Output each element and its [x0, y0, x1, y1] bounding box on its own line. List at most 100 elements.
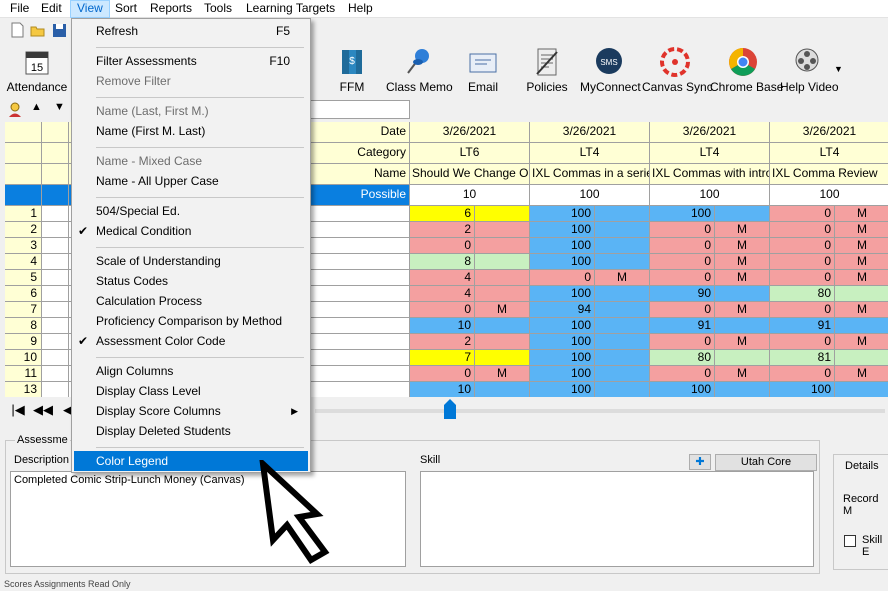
- score-cell[interactable]: 0: [650, 254, 715, 270]
- score-cell[interactable]: 100: [530, 366, 595, 382]
- status-code-cell[interactable]: [715, 206, 770, 222]
- menu-edit[interactable]: Edit: [35, 0, 68, 18]
- score-cell[interactable]: 81: [770, 350, 835, 366]
- score-cell[interactable]: 100: [530, 286, 595, 302]
- canvas-sync-button[interactable]: Canvas Sync: [642, 46, 713, 96]
- status-code-cell[interactable]: [475, 286, 530, 302]
- menu-item-proficiency-comparison-by-method[interactable]: Proficiency Comparison by Method: [74, 311, 308, 331]
- status-code-cell[interactable]: [595, 206, 650, 222]
- menu-item-filter-assessments[interactable]: Filter Assessments F10: [74, 51, 308, 71]
- status-code-cell[interactable]: [715, 318, 770, 334]
- status-code-cell[interactable]: [475, 238, 530, 254]
- menu-sort[interactable]: Sort: [109, 0, 143, 18]
- chrome-base-button[interactable]: Chrome Base: [710, 46, 783, 96]
- status-code-cell[interactable]: [475, 350, 530, 366]
- previous-page-icon[interactable]: ◀◀: [33, 401, 53, 419]
- save-icon[interactable]: [52, 22, 67, 38]
- score-cell[interactable]: 0: [650, 222, 715, 238]
- menu-file[interactable]: File: [4, 0, 35, 18]
- status-code-cell[interactable]: [835, 382, 888, 397]
- score-cell[interactable]: 0: [770, 366, 835, 382]
- score-scroll-thumb[interactable]: [444, 399, 456, 419]
- menu-reports[interactable]: Reports: [144, 0, 198, 18]
- score-cell[interactable]: 0: [770, 222, 835, 238]
- status-code-cell[interactable]: [475, 222, 530, 238]
- status-code-cell[interactable]: [595, 222, 650, 238]
- status-code-cell[interactable]: [475, 206, 530, 222]
- score-cell[interactable]: 0: [650, 238, 715, 254]
- status-code-cell[interactable]: M: [475, 366, 530, 382]
- status-code-cell[interactable]: [475, 382, 530, 397]
- score-cell[interactable]: 0: [770, 206, 835, 222]
- status-code-cell[interactable]: M: [715, 270, 770, 286]
- score-cell[interactable]: 100: [530, 334, 595, 350]
- status-code-cell[interactable]: [835, 350, 888, 366]
- score-cell[interactable]: 0: [770, 302, 835, 318]
- status-code-cell[interactable]: [595, 318, 650, 334]
- grid-search-field[interactable]: [300, 100, 410, 119]
- status-code-cell[interactable]: M: [835, 222, 888, 238]
- sort-ascending-icon[interactable]: ▲: [31, 101, 42, 113]
- status-code-cell[interactable]: M: [835, 254, 888, 270]
- status-code-cell[interactable]: M: [715, 366, 770, 382]
- student-icon[interactable]: [8, 102, 22, 118]
- myconnect-button[interactable]: SMS MyConnect: [580, 46, 641, 96]
- status-code-cell[interactable]: M: [835, 206, 888, 222]
- status-code-cell[interactable]: [595, 366, 650, 382]
- score-cell[interactable]: 0: [650, 366, 715, 382]
- menu-item-align-columns[interactable]: Align Columns: [74, 361, 308, 381]
- assessment-name[interactable]: IXL Comma Review: [770, 164, 888, 185]
- score-cell[interactable]: 10: [410, 382, 475, 397]
- policies-button[interactable]: Policies: [525, 46, 569, 96]
- score-cell[interactable]: 100: [650, 382, 715, 397]
- status-code-cell[interactable]: [595, 286, 650, 302]
- ffm-button[interactable]: $ FFM: [333, 46, 371, 96]
- score-cell[interactable]: 100: [530, 222, 595, 238]
- score-cell[interactable]: 0: [770, 238, 835, 254]
- score-cell[interactable]: 0: [410, 366, 475, 382]
- skill-checkbox[interactable]: [844, 535, 856, 547]
- score-cell[interactable]: 91: [770, 318, 835, 334]
- email-button[interactable]: Email: [465, 46, 501, 96]
- status-code-cell[interactable]: M: [715, 334, 770, 350]
- menu-learning-targets[interactable]: Learning Targets: [240, 0, 341, 18]
- status-code-cell[interactable]: [595, 238, 650, 254]
- menu-item-display-class-level[interactable]: Display Class Level: [74, 381, 308, 401]
- menu-item-scale-of-understanding[interactable]: Scale of Understanding: [74, 251, 308, 271]
- menu-item-name-all-upper-case[interactable]: Name - All Upper Case: [74, 171, 308, 191]
- description-field[interactable]: Completed Comic Strip-Lunch Money (Canva…: [10, 471, 406, 567]
- menu-item-display-score-columns[interactable]: Display Score Columns ▶: [74, 401, 308, 421]
- score-cell[interactable]: 100: [650, 206, 715, 222]
- score-cell[interactable]: 90: [650, 286, 715, 302]
- status-code-cell[interactable]: [475, 334, 530, 350]
- menu-tools[interactable]: Tools: [198, 0, 238, 18]
- score-cell[interactable]: 0: [770, 334, 835, 350]
- menu-item-name-mixed-case[interactable]: Name - Mixed Case: [74, 151, 308, 171]
- score-cell[interactable]: 100: [530, 382, 595, 397]
- menu-help[interactable]: Help: [342, 0, 379, 18]
- menu-item-remove-filter[interactable]: Remove Filter: [74, 71, 308, 91]
- status-code-cell[interactable]: M: [475, 302, 530, 318]
- status-code-cell[interactable]: [475, 270, 530, 286]
- status-code-cell[interactable]: M: [595, 270, 650, 286]
- score-cell[interactable]: 0: [410, 302, 475, 318]
- menu-item-calculation-process[interactable]: Calculation Process: [74, 291, 308, 311]
- score-cell[interactable]: 4: [410, 270, 475, 286]
- score-cell[interactable]: 2: [410, 334, 475, 350]
- add-skill-button[interactable]: ✚: [689, 454, 711, 470]
- menu-view[interactable]: View: [70, 0, 110, 18]
- status-code-cell[interactable]: [595, 350, 650, 366]
- first-record-icon[interactable]: |◀: [9, 401, 27, 419]
- status-code-cell[interactable]: M: [715, 254, 770, 270]
- score-cell[interactable]: 94: [530, 302, 595, 318]
- status-code-cell[interactable]: M: [835, 270, 888, 286]
- status-code-cell[interactable]: [835, 318, 888, 334]
- status-code-cell[interactable]: M: [835, 366, 888, 382]
- menu-item-name-last-first-m[interactable]: Name (Last, First M.): [74, 101, 308, 121]
- score-cell[interactable]: 100: [530, 254, 595, 270]
- open-folder-icon[interactable]: [30, 22, 45, 38]
- menu-item-name-first-m-last[interactable]: Name (First M. Last): [74, 121, 308, 141]
- score-cell[interactable]: 7: [410, 350, 475, 366]
- status-code-cell[interactable]: M: [715, 238, 770, 254]
- score-cell[interactable]: 80: [650, 350, 715, 366]
